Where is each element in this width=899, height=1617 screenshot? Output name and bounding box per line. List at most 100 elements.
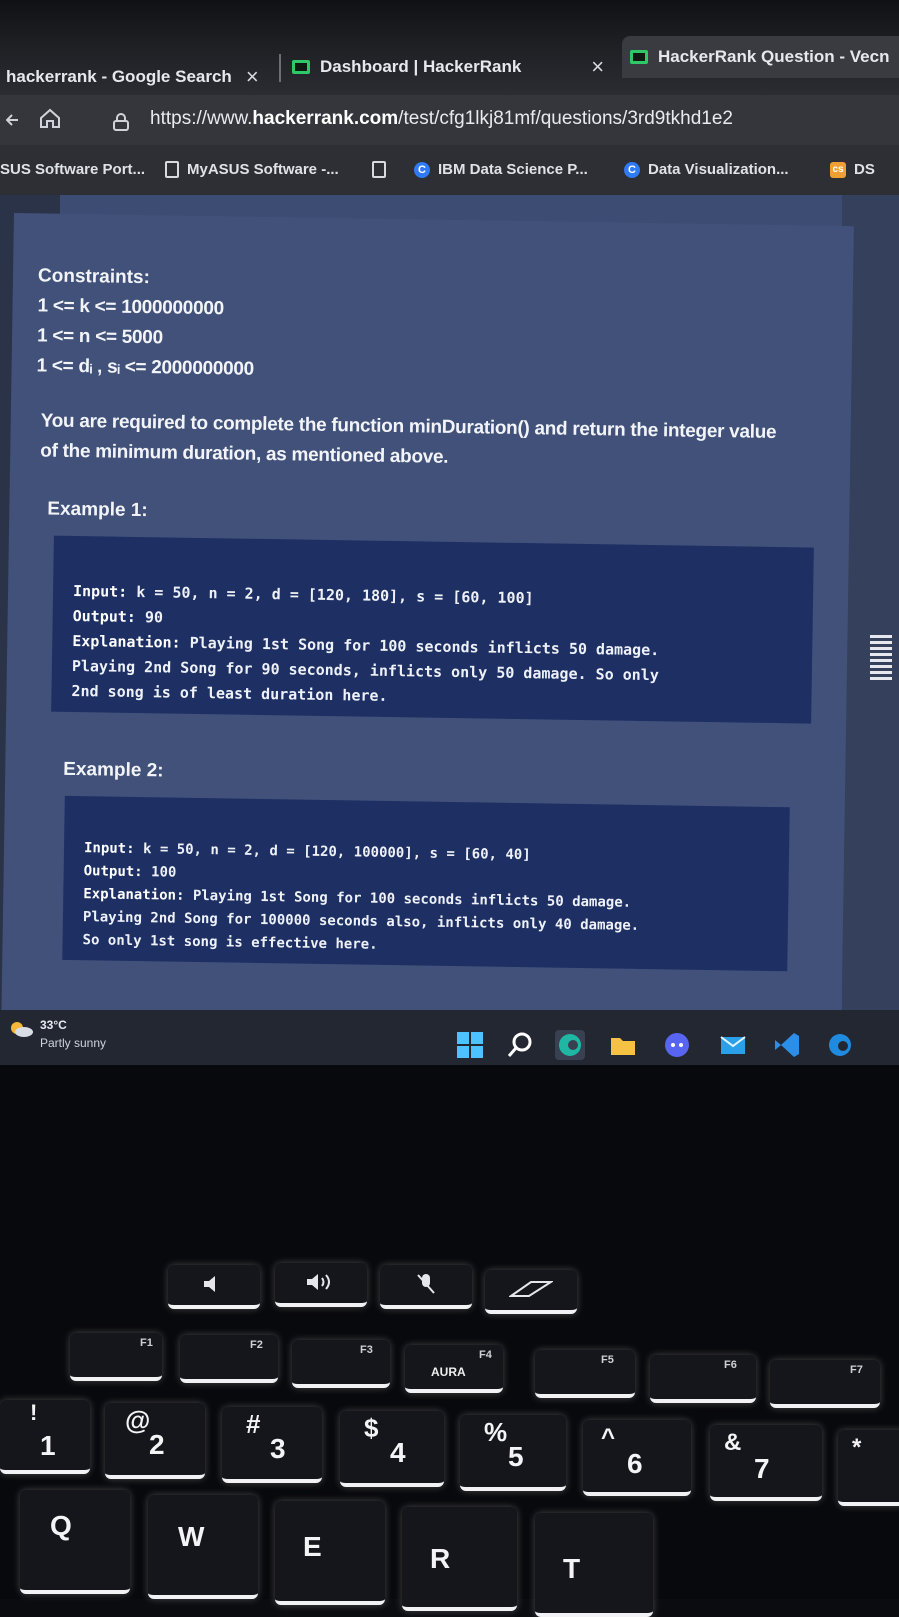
bookmark-doc[interactable] [372, 161, 394, 178]
coursera-icon: C [624, 161, 640, 178]
key-f4[interactable]: F4 AURA [405, 1345, 503, 1393]
key-shift-label: * [852, 1434, 862, 1461]
key-volume-down[interactable] [168, 1265, 260, 1309]
rog-logo-icon [509, 1281, 553, 1297]
close-icon[interactable]: × [246, 64, 259, 90]
key-main-label: 1 [40, 1430, 56, 1461]
key-f3[interactable]: F3 [292, 1340, 390, 1388]
example-code-block: Input: k = 50, n = 2, d = [120, 180], s … [51, 535, 814, 724]
key-w[interactable]: W [148, 1495, 258, 1599]
volume-down-icon [204, 1276, 215, 1292]
file-explorer-icon[interactable] [608, 1030, 638, 1060]
coursera-icon: C [414, 161, 430, 178]
key-8[interactable]: * [838, 1430, 899, 1506]
key-fn-label: F1 [140, 1337, 153, 1349]
bookmark-ds[interactable]: cs DS [830, 161, 875, 178]
key-1[interactable]: ! 1 [0, 1400, 90, 1474]
key-f1[interactable]: F1 [70, 1333, 162, 1381]
weather-description[interactable]: Partly sunny [40, 1036, 106, 1050]
key-4[interactable]: $4 [340, 1411, 444, 1487]
output-label: Output: [72, 606, 137, 626]
lock-icon[interactable] [112, 113, 130, 131]
key-f7[interactable]: F7 [770, 1360, 880, 1408]
url-field[interactable]: https://www.hackerrank.com/test/cfg1lkj8… [150, 108, 733, 130]
partly-sunny-icon[interactable] [8, 1020, 34, 1038]
key-main-label: W [178, 1521, 205, 1552]
back-arrow-icon[interactable] [6, 111, 20, 129]
browser-tab-strip: hackerrank - Google Search × Dashboard |… [0, 0, 899, 95]
windows-start-icon[interactable] [455, 1030, 485, 1060]
key-rog[interactable] [485, 1270, 577, 1314]
output-value: 100 [142, 864, 177, 881]
bookmark-asus-portal[interactable]: SUS Software Port... [0, 161, 145, 178]
key-main-label: 2 [149, 1429, 165, 1460]
key-main-label: 5 [508, 1441, 524, 1472]
tab-title: HackerRank Question - Vecn [658, 47, 890, 66]
explanation-label: Explanation: [72, 631, 181, 652]
input-label: Input: [83, 840, 135, 857]
key-shift-label: # [246, 1409, 261, 1439]
constraint-line: 1 <= dᵢ , sᵢ <= 2000000000 [36, 355, 255, 380]
doc-icon [165, 161, 179, 178]
bookmark-label: MyASUS Software -... [187, 161, 339, 178]
url-path: /test/cfg1lkj81mf/questions/3rd9tkhd1e2 [398, 108, 733, 129]
key-volume-up[interactable] [275, 1263, 367, 1307]
key-3[interactable]: #3 [222, 1407, 322, 1483]
key-7[interactable]: & 7 [710, 1425, 822, 1501]
problem-statement: Constraints: 1 <= k <= 1000000000 1 <= n… [1, 213, 854, 1042]
close-icon[interactable]: × [591, 54, 604, 80]
bookmark-myasus[interactable]: MyASUS Software -... [165, 161, 339, 178]
key-shift-label: ! [30, 1400, 38, 1425]
key-2[interactable]: @2 [105, 1403, 205, 1479]
key-fn-label: F3 [360, 1344, 373, 1356]
tab-dashboard[interactable]: Dashboard | HackerRank × [292, 47, 604, 87]
key-6[interactable]: ^ 6 [583, 1420, 691, 1496]
bookmark-ibm-data-science[interactable]: C IBM Data Science P... [414, 161, 588, 178]
bookmark-data-visualization[interactable]: C Data Visualization... [624, 161, 789, 178]
key-f5[interactable]: F5 [535, 1350, 635, 1398]
key-main-label: 7 [754, 1453, 770, 1484]
weather-temperature[interactable]: 33°C [40, 1018, 67, 1032]
resize-handle-icon[interactable] [870, 635, 892, 683]
key-f6[interactable]: F6 [650, 1355, 756, 1403]
bookmark-label: Data Visualization... [648, 161, 789, 178]
key-f2[interactable]: F2 [180, 1335, 278, 1383]
key-t[interactable]: T [535, 1513, 653, 1617]
discord-icon[interactable] [662, 1030, 692, 1060]
key-r[interactable]: R [402, 1507, 517, 1611]
input-value: k = 50, n = 2, d = [120, 100000], s = [6… [134, 840, 531, 864]
mail-icon[interactable] [718, 1030, 748, 1060]
bookmark-label: DS [854, 161, 875, 178]
aura-label: AURA [431, 1365, 466, 1379]
key-fn-label: F4 [479, 1349, 492, 1361]
constraints-heading: Constraints: [37, 265, 151, 289]
home-icon[interactable] [38, 107, 62, 129]
constraint-line: 1 <= n <= 5000 [36, 325, 163, 349]
edge-dev-icon[interactable] [555, 1030, 585, 1060]
hackerrank-question-page: 7 28 29 30 31 32 Constraints: 1 <= k <= … [0, 195, 899, 1042]
tab-google-search[interactable]: hackerrank - Google Search × [6, 57, 259, 97]
tab-separator [279, 54, 281, 82]
search-icon[interactable] [505, 1030, 535, 1060]
hackerrank-icon [292, 60, 310, 74]
windows-taskbar: 33°C Partly sunny [0, 1010, 899, 1065]
key-shift-label: % [484, 1417, 508, 1447]
key-fn-label: F7 [850, 1364, 863, 1376]
tab-active-question[interactable]: HackerRank Question - Vecn [622, 36, 899, 78]
key-main-label: 3 [270, 1433, 286, 1464]
constraint-line: 1 <= k <= 1000000000 [37, 295, 224, 320]
explanation-label: Explanation: [83, 886, 185, 904]
key-mic-mute[interactable] [380, 1265, 472, 1309]
instruction-text: You are required to complete the functio… [40, 410, 777, 443]
edge-icon[interactable] [825, 1030, 855, 1060]
vscode-icon[interactable] [772, 1030, 802, 1060]
explanation-text: Playing 2nd Song for 100000 seconds also… [82, 909, 640, 934]
explanation-text: So only 1st song is effective here. [82, 932, 378, 953]
key-q[interactable]: Q [20, 1490, 130, 1594]
key-main-label: E [303, 1531, 322, 1562]
tab-title: hackerrank - Google Search [6, 67, 232, 86]
example-heading: Example 2: [63, 758, 164, 782]
key-5[interactable]: % 5 [460, 1415, 566, 1491]
key-main-label: 4 [390, 1437, 406, 1468]
key-e[interactable]: E [275, 1501, 385, 1605]
